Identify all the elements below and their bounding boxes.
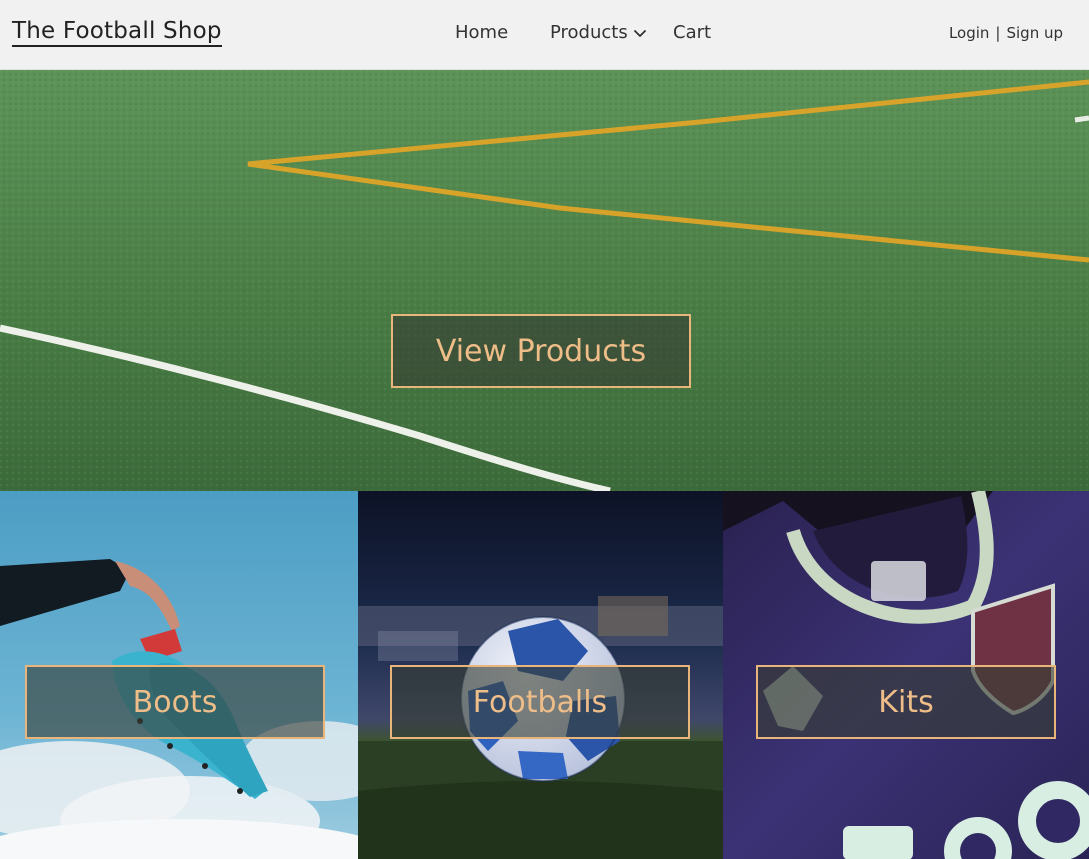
navbar: The Football Shop Home Products Cart Log…	[0, 0, 1089, 70]
hero-banner: View Products	[0, 70, 1089, 491]
kits-category-button[interactable]: Kits	[756, 665, 1056, 739]
footballs-category-button[interactable]: Footballs	[390, 665, 690, 739]
boots-category-button[interactable]: Boots	[25, 665, 325, 739]
nav-products-dropdown[interactable]: Products	[550, 21, 628, 45]
pitch-image	[0, 70, 1089, 491]
nav-cart-link[interactable]: Cart	[673, 21, 711, 45]
signup-link[interactable]: Sign up	[1006, 24, 1063, 42]
login-link[interactable]: Login	[949, 24, 989, 42]
category-tile-kits[interactable]: Kits	[723, 491, 1089, 859]
nav-home-link[interactable]: Home	[455, 21, 508, 45]
brand-link[interactable]: The Football Shop	[12, 18, 222, 47]
auth-links: Login | Sign up	[949, 23, 1063, 43]
view-products-button[interactable]: View Products	[391, 314, 691, 388]
chevron-down-icon[interactable]	[633, 27, 647, 41]
category-tile-footballs[interactable]: Footballs	[358, 491, 723, 859]
auth-separator: |	[995, 24, 1001, 42]
category-tile-boots[interactable]: Boots	[0, 491, 358, 859]
